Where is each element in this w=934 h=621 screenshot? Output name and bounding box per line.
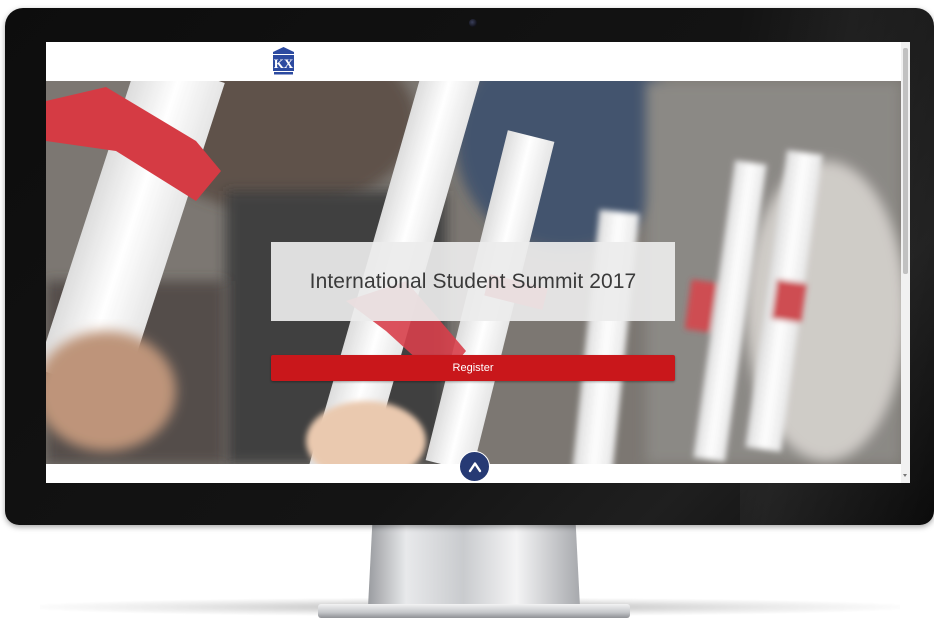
monitor-stand	[368, 525, 580, 607]
kx-logo-icon[interactable]: KX	[271, 46, 296, 76]
register-button[interactable]: Register	[271, 355, 675, 381]
scroll-to-top-button[interactable]	[459, 451, 490, 482]
monitor-stand-base	[318, 604, 630, 618]
svg-text:KX: KX	[274, 56, 294, 71]
hero-title-box: International Student Summit 2017	[271, 242, 675, 321]
scrollbar-thumb[interactable]	[903, 48, 908, 274]
webcam	[469, 19, 477, 27]
hero-section: International Student Summit 2017 Regist…	[46, 81, 901, 464]
site-header: KX	[46, 42, 901, 81]
hero-title: International Student Summit 2017	[309, 269, 637, 293]
chevron-up-icon	[468, 461, 481, 472]
browser-screen: KX International Student Summit 2017 Reg…	[46, 42, 910, 483]
scrollbar-down-arrow-icon[interactable]	[903, 474, 907, 477]
